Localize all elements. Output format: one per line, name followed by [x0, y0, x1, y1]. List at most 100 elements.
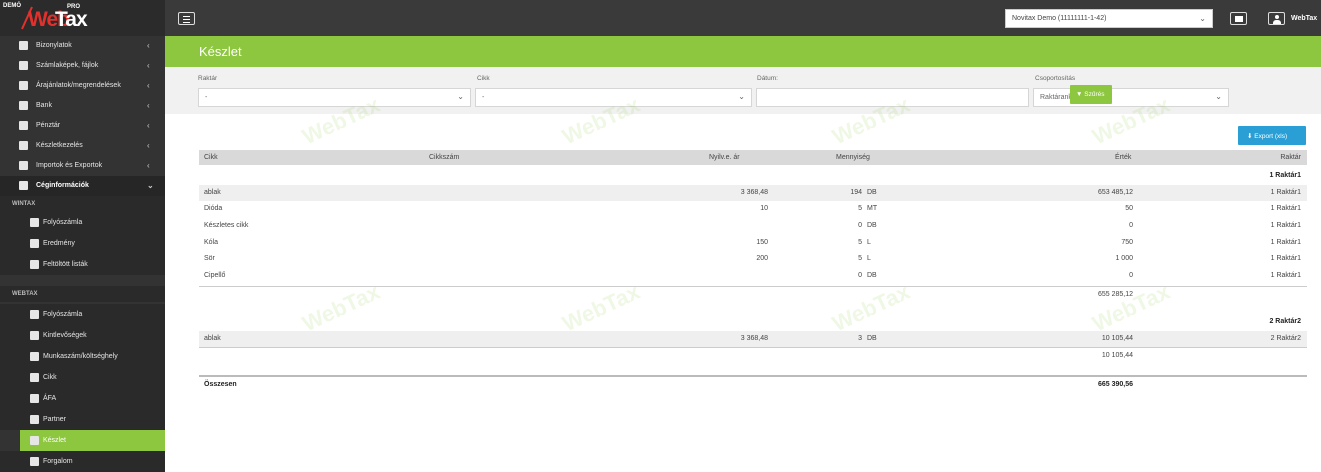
sidebar-item-arajanlatok[interactable]: Árajánlatok/megrendelések ‹	[0, 76, 165, 96]
group-header: 1 Raktár1	[199, 168, 1307, 184]
sidebar-item-szamlakepek[interactable]: Számlaképek, fájlok ‹	[0, 56, 165, 76]
cell-unit: L	[867, 255, 871, 262]
column-header-price[interactable]: Nyilv.e. ár	[709, 154, 740, 161]
menu-toggle-button[interactable]	[178, 12, 195, 25]
chevron-down-icon: ⌄	[738, 92, 745, 101]
sidebar-item-label: Készlet	[43, 437, 66, 444]
table-row[interactable]: Készletes cikk 0 DB 0 1 Raktár1	[199, 218, 1307, 234]
cell-item: Készletes cikk	[204, 222, 249, 229]
hamburger-icon	[183, 16, 190, 17]
sidebar-item-partner[interactable]: Partner	[0, 409, 165, 430]
column-header-value[interactable]: Érték	[1115, 154, 1131, 161]
sidebar-item-importok[interactable]: Importok és Exportok ‹	[0, 156, 165, 176]
table-row[interactable]: Kóla 150 5 L 750 1 Raktár1	[199, 235, 1307, 251]
cell-quantity: 194	[850, 189, 862, 196]
chevron-left-icon: ‹	[147, 161, 150, 170]
warehouse-select[interactable]: - ⌄	[198, 88, 471, 107]
app-logo[interactable]: DEMÓ PRO Web Tax	[0, 0, 165, 36]
messages-button[interactable]	[1230, 12, 1247, 25]
logo-demo-label: DEMÓ	[3, 3, 21, 9]
cell-value: 0	[1129, 272, 1133, 279]
cell-item: Cipellő	[204, 272, 226, 279]
sidebar-item-label: Feltöltött listák	[43, 261, 88, 268]
warehouse-select-value: -	[205, 94, 208, 101]
sidebar-item-forgalom[interactable]: Forgalom	[0, 451, 165, 472]
top-bar: DEMÓ PRO Web Tax Novitax Demo (11111111-…	[0, 0, 1321, 36]
cell-quantity: 5	[858, 239, 862, 246]
sidebar-item-label: Forgalom	[43, 458, 73, 465]
cell-unit: DB	[867, 335, 877, 342]
ledger-icon	[30, 218, 39, 227]
grouping-select[interactable]: Raktáranként ⌄	[1033, 88, 1229, 107]
filter-button[interactable]: ▼ Szűrés	[1070, 85, 1112, 104]
table-row[interactable]: ablak 3 368,48 3 DB 10 105,44 2 Raktár2	[199, 331, 1307, 347]
cell-value: 1 000	[1115, 255, 1133, 262]
column-header-warehouse[interactable]: Raktár	[1280, 154, 1301, 161]
sidebar-item-label: Cikk	[43, 374, 57, 381]
user-icon	[1275, 15, 1279, 19]
sidebar-item-label: Árajánlatok/megrendelések	[36, 82, 121, 89]
sidebar-item-afa[interactable]: ÁFA	[0, 388, 165, 409]
user-menu-button[interactable]	[1268, 12, 1285, 25]
sidebar-item-penztar[interactable]: Pénztár ‹	[0, 116, 165, 136]
table-row[interactable]: Sör 200 5 L 1 000 1 Raktár1	[199, 251, 1307, 267]
cell-warehouse: 1 Raktár1	[1270, 239, 1301, 246]
table-row[interactable]: Cipellő 0 DB 0 1 Raktár1	[199, 268, 1307, 284]
cell-unit: L	[867, 239, 871, 246]
cell-value: 750	[1121, 239, 1133, 246]
sidebar-item-feltoltott-listak[interactable]: Feltöltött listák	[0, 254, 165, 275]
sidebar-item-webtax-folyoszamla[interactable]: Folyószámla	[0, 304, 165, 325]
sidebar-item-label: Pénztár	[36, 122, 61, 129]
table-row[interactable]: ablak 3 368,48 194 DB 653 485,12 1 Raktá…	[199, 185, 1307, 201]
company-select[interactable]: Novitax Demo (11111111-1-42) ⌄	[1005, 9, 1213, 28]
table-header: Cikk Cikkszám Nyilv.e. ár Mennyiség Érté…	[199, 150, 1307, 165]
sidebar-item-label: Folyószámla	[43, 219, 83, 226]
chevron-left-icon: ‹	[147, 101, 150, 110]
file-icon	[19, 61, 28, 70]
group-subtotal: 655 285,12	[199, 286, 1307, 302]
stock-icon	[30, 436, 39, 445]
table-row[interactable]: Dióda 10 5 MT 50 1 Raktár1	[199, 201, 1307, 217]
page-title: Készlet	[199, 44, 242, 59]
cell-price: 200	[756, 255, 768, 262]
cell-item: Kóla	[204, 239, 219, 246]
result-icon	[30, 239, 39, 248]
user-name[interactable]: WebTax	[1291, 15, 1317, 22]
sidebar-item-label: Bank	[36, 102, 52, 109]
section-webtax: WEBTAX	[0, 286, 165, 302]
cell-value: 50	[1125, 205, 1133, 212]
page-header: Készlet	[165, 36, 1321, 67]
chevron-left-icon: ‹	[147, 81, 150, 90]
sidebar-item-ceginformaciok[interactable]: Céginformációk ⌄	[0, 176, 165, 196]
sidebar-item-eredmeny[interactable]: Eredmény	[0, 233, 165, 254]
truck-icon	[30, 457, 39, 466]
sidebar-item-cikk[interactable]: Cikk	[0, 367, 165, 388]
ledger-icon	[30, 310, 39, 319]
column-header-quantity[interactable]: Mennyiség	[836, 154, 870, 161]
handshake-icon	[30, 415, 39, 424]
sidebar-item-kintlevosegek[interactable]: Kintlevőségek	[0, 325, 165, 346]
sidebar-item-label: Folyószámla	[43, 311, 83, 318]
cell-quantity: 5	[858, 255, 862, 262]
cell-unit: DB	[867, 222, 877, 229]
column-header-item[interactable]: Cikk	[204, 154, 218, 161]
sidebar-item-keszletkezeles[interactable]: Készletkezelés ‹	[0, 136, 165, 156]
sidebar-item-label: Céginformációk	[36, 182, 89, 189]
cell-price: 150	[756, 239, 768, 246]
section-label: WINTAX	[12, 201, 36, 207]
pie-icon	[30, 352, 39, 361]
cell-warehouse: 1 Raktár1	[1270, 222, 1301, 229]
sidebar-item-bank[interactable]: Bank ‹	[0, 96, 165, 116]
bank-icon	[19, 101, 28, 110]
sidebar-item-keszlet[interactable]: Készlet	[20, 430, 165, 451]
chevron-left-icon: ‹	[147, 121, 150, 130]
cell-item: Dióda	[204, 205, 223, 212]
cell-value: 10 105,44	[1101, 335, 1133, 342]
document-icon	[19, 41, 28, 50]
sidebar-item-label: Számlaképek, fájlok	[36, 62, 99, 69]
sidebar-item-munkaszam[interactable]: Munkaszám/költséghely	[0, 346, 165, 367]
sidebar-item-bizonylatok[interactable]: Bizonylatok ‹	[0, 36, 165, 56]
export-button[interactable]: ⬇ Export (xls)	[1238, 126, 1306, 145]
sidebar-item-wintax-folyoszamla[interactable]: Folyószámla	[0, 212, 165, 233]
column-header-item-no[interactable]: Cikkszám	[429, 154, 459, 161]
